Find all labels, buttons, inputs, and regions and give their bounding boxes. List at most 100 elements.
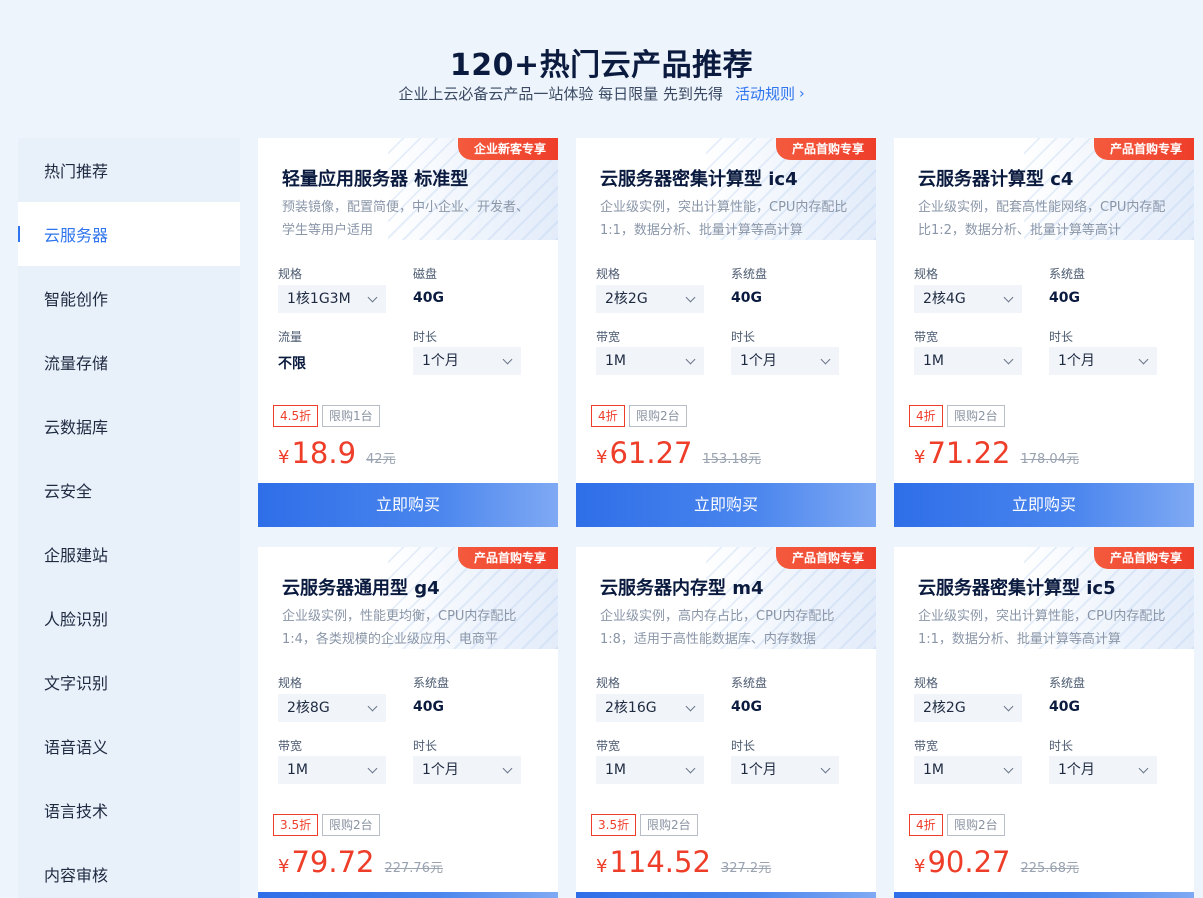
currency-symbol: ¥: [914, 447, 926, 468]
spec-select-value: 2核2G: [605, 291, 648, 307]
product-description: 企业级实例，高内存占比，CPU内存配比1:8，适用于高性能数据库、内存数据: [600, 609, 835, 647]
activity-rules-label: 活动规则: [734, 85, 795, 103]
spec-select[interactable]: 2核8G: [278, 694, 386, 722]
product-description: 企业级实例，突出计算性能，CPU内存配比1:1，数据分析、批量计算等高计算: [918, 609, 1166, 647]
page-subtitle: 企业上云必备云产品一站体验 每日限量 先到先得: [398, 85, 723, 103]
price-block: ¥ 61.27 153.18元: [596, 436, 761, 470]
chevron-down-icon: [685, 763, 696, 774]
sidebar-item-cloud-database[interactable]: 云数据库: [18, 394, 240, 458]
spec-select-value: 2核8G: [287, 700, 330, 716]
duration-select-value: 1个月: [422, 762, 459, 778]
spec-select-value: 2核4G: [923, 291, 966, 307]
duration-select[interactable]: 1个月: [731, 347, 839, 375]
promo-tag: 企业新客专享: [457, 138, 558, 160]
product-card: 产品首购专享 云服务器密集计算型 ic4 企业级实例，突出计算性能，CPU内存配…: [576, 138, 876, 527]
chevron-down-icon: [367, 763, 378, 774]
purchase-limit-badge: 限购2台: [947, 814, 1005, 836]
bandwidth-select-value: 1M: [605, 762, 626, 778]
spec-select[interactable]: 2核2G: [596, 285, 704, 313]
duration-select[interactable]: 1个月: [413, 347, 521, 375]
buy-now-button[interactable]: 立即购买: [258, 892, 558, 898]
purchase-limit-badge: 限购2台: [947, 405, 1005, 427]
product-card: 产品首购专享 云服务器密集计算型 ic5 企业级实例，突出计算性能，CPU内存配…: [894, 547, 1194, 898]
sidebar-item-label: 云服务器: [44, 226, 109, 245]
buy-now-button[interactable]: 立即购买: [894, 483, 1194, 527]
sidebar-item-ocr[interactable]: 文字识别: [18, 650, 240, 714]
chevron-right-icon: ›: [798, 85, 805, 102]
discount-badge: 3.5折: [273, 814, 319, 836]
sidebar-item-label: 云数据库: [44, 418, 109, 437]
chevron-down-icon: [1003, 763, 1014, 774]
spec-select[interactable]: 2核16G: [596, 694, 704, 722]
bandwidth-label: 带宽: [596, 739, 621, 753]
sidebar-item-smart-creation[interactable]: 智能创作: [18, 266, 240, 330]
chevron-down-icon: [367, 701, 378, 712]
disk-value: 40G: [1049, 290, 1080, 306]
category-sidebar: 热门推荐 云服务器 智能创作 流量存储 云数据库 云安全 企服建站 人脸识别 文…: [18, 138, 240, 898]
sidebar-item-face-recognition[interactable]: 人脸识别: [18, 586, 240, 650]
chevron-down-icon: [685, 354, 696, 365]
sidebar-item-label: 语言技术: [44, 802, 109, 821]
sidebar-item-hot[interactable]: 热门推荐: [18, 138, 240, 202]
bandwidth-select-value: 1M: [923, 353, 944, 369]
sidebar-item-label: 人脸识别: [44, 610, 109, 629]
bandwidth-select[interactable]: 1M: [596, 756, 704, 784]
duration-select[interactable]: 1个月: [1049, 347, 1157, 375]
duration-select-value: 1个月: [1058, 762, 1095, 778]
product-title: 云服务器密集计算型 ic5: [918, 578, 1116, 599]
spec-select[interactable]: 2核4G: [914, 285, 1022, 313]
duration-select-value: 1个月: [1058, 353, 1095, 369]
duration-label: 时长: [731, 739, 756, 753]
spec-label: 规格: [596, 676, 621, 690]
bandwidth-label: 带宽: [914, 330, 939, 344]
bandwidth-select[interactable]: 1M: [914, 756, 1022, 784]
spec-select-value: 2核2G: [923, 700, 966, 716]
activity-rules-link[interactable]: 活动规则 ›: [735, 83, 805, 104]
product-title: 云服务器密集计算型 ic4: [600, 169, 798, 190]
price-block: ¥ 79.72 227.76元: [278, 845, 443, 879]
spec-select[interactable]: 1核1G3M: [278, 285, 386, 313]
sidebar-item-cloud-security[interactable]: 云安全: [18, 458, 240, 522]
sidebar-item-site-building[interactable]: 企服建站: [18, 522, 240, 586]
price-block: ¥ 114.52 327.2元: [596, 845, 771, 879]
traffic-value: 不限: [278, 356, 306, 372]
spec-select-value: 2核16G: [605, 700, 657, 716]
bandwidth-label: 带宽: [278, 739, 303, 753]
sidebar-item-traffic-storage[interactable]: 流量存储: [18, 330, 240, 394]
disk-label: 磁盘: [413, 267, 438, 281]
original-price: 178.04元: [1020, 452, 1079, 467]
bandwidth-select[interactable]: 1M: [278, 756, 386, 784]
sidebar-item-speech[interactable]: 语音语义: [18, 714, 240, 778]
duration-select[interactable]: 1个月: [413, 756, 521, 784]
spec-label: 规格: [596, 267, 621, 281]
page-subtitle-row: 企业上云必备云产品一站体验 每日限量 先到先得 活动规则 ›: [0, 83, 1203, 104]
chevron-down-icon: [1138, 354, 1149, 365]
original-price: 42元: [366, 452, 396, 467]
duration-select-value: 1个月: [740, 353, 777, 369]
sidebar-item-language-tech[interactable]: 语言技术: [18, 778, 240, 842]
purchase-limit-badge: 限购2台: [322, 814, 380, 836]
currency-symbol: ¥: [914, 856, 926, 877]
sidebar-item-label: 内容审核: [44, 866, 109, 885]
duration-label: 时长: [1049, 330, 1074, 344]
spec-select[interactable]: 2核2G: [914, 694, 1022, 722]
promo-tag: 产品首购专享: [775, 547, 876, 569]
promo-tag: 产品首购专享: [1093, 547, 1194, 569]
sidebar-item-content-review[interactable]: 内容审核: [18, 842, 240, 898]
bandwidth-select[interactable]: 1M: [596, 347, 704, 375]
product-description: 企业级实例，突出计算性能，CPU内存配比1:1，数据分析、批量计算等高计算: [600, 200, 848, 238]
buy-now-button[interactable]: 立即购买: [258, 483, 558, 527]
bandwidth-select[interactable]: 1M: [914, 347, 1022, 375]
chevron-down-icon: [685, 292, 696, 303]
product-title: 轻量应用服务器 标准型: [282, 169, 469, 190]
sidebar-item-label: 语音语义: [44, 738, 109, 757]
duration-label: 时长: [731, 330, 756, 344]
duration-select[interactable]: 1个月: [731, 756, 839, 784]
buy-now-button[interactable]: 立即购买: [894, 892, 1194, 898]
buy-now-button[interactable]: 立即购买: [576, 892, 876, 898]
chevron-down-icon: [1138, 763, 1149, 774]
duration-select[interactable]: 1个月: [1049, 756, 1157, 784]
buy-now-button[interactable]: 立即购买: [576, 483, 876, 527]
original-price: 153.18元: [702, 452, 761, 467]
sidebar-item-cloud-server[interactable]: 云服务器: [18, 202, 240, 266]
